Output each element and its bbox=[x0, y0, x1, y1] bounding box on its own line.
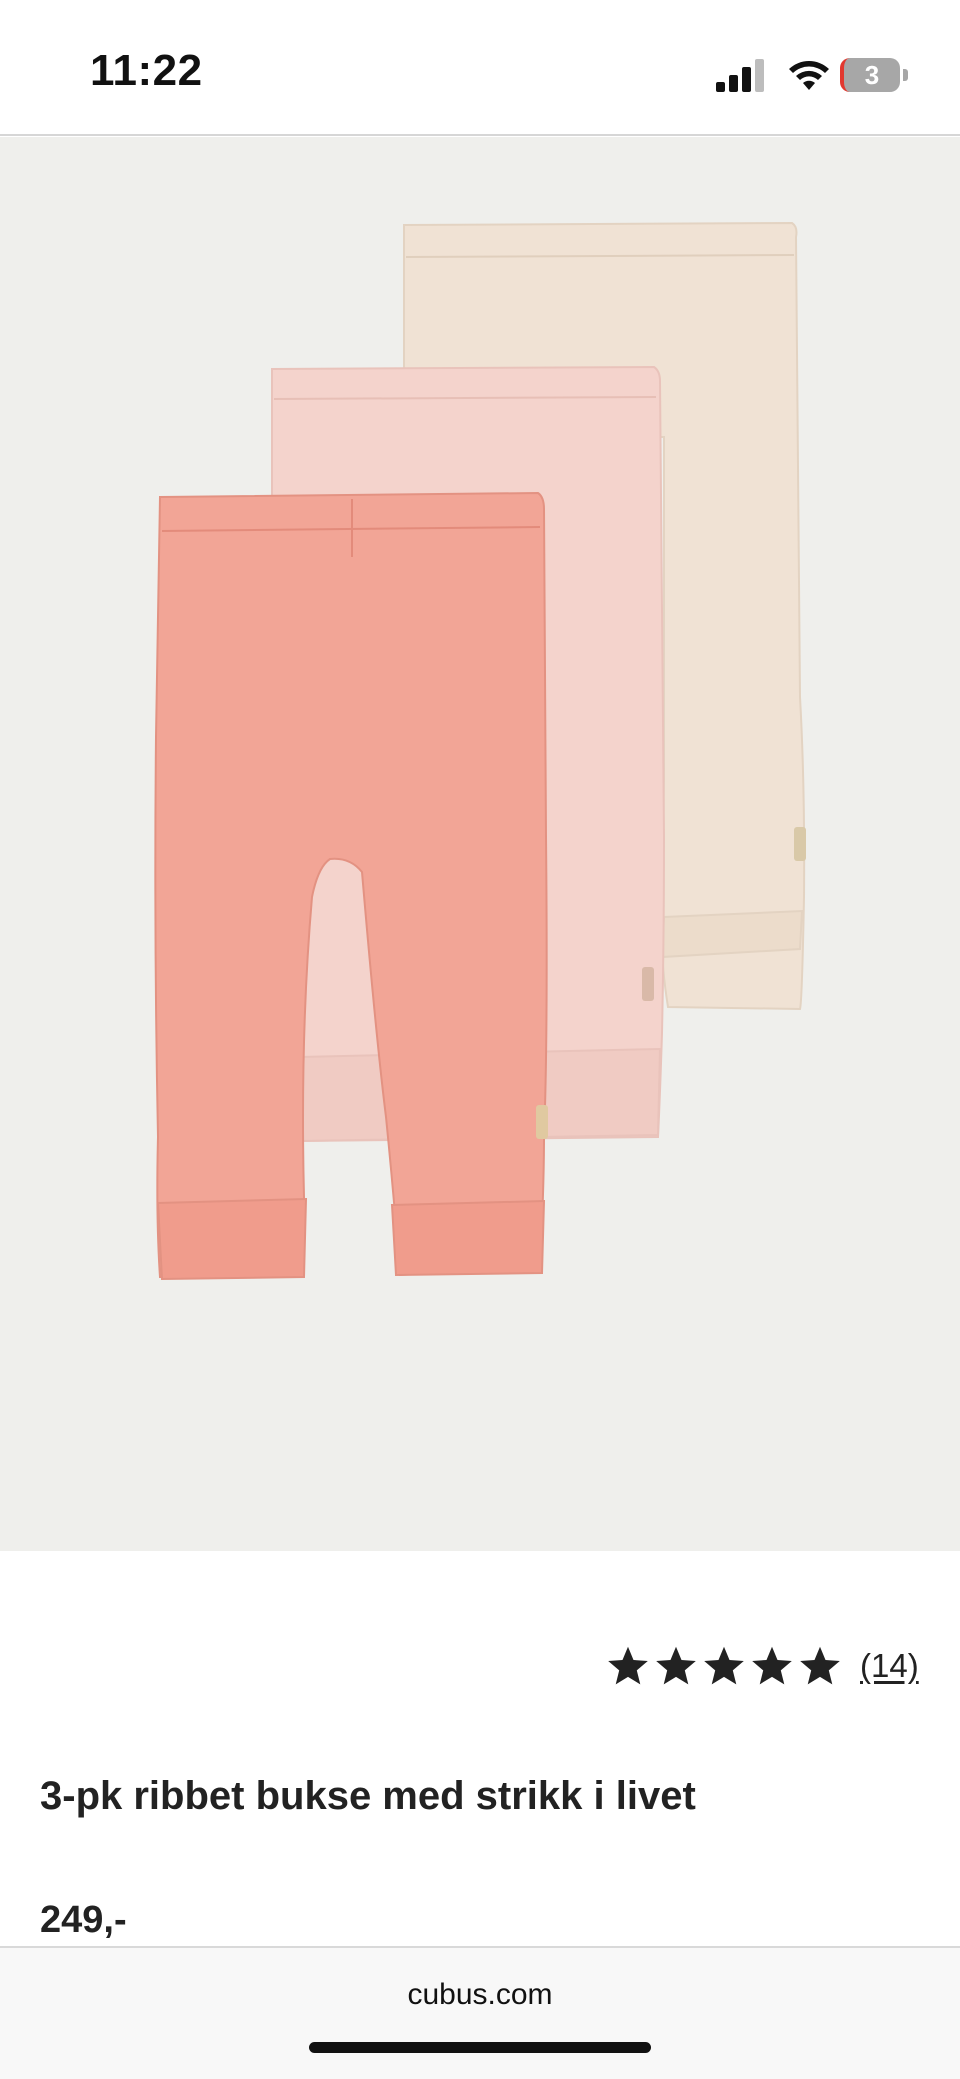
browser-address-bar[interactable]: cubus.com bbox=[0, 1946, 960, 2079]
review-count-link[interactable]: (14) bbox=[860, 1647, 919, 1685]
star-icon bbox=[656, 1646, 696, 1685]
divider bbox=[0, 134, 960, 136]
battery-level: 3 bbox=[840, 58, 900, 92]
tag-icon bbox=[794, 827, 806, 861]
status-time: 11:22 bbox=[90, 46, 203, 95]
home-indicator[interactable] bbox=[309, 2042, 651, 2053]
battery-icon: 3 bbox=[840, 58, 910, 94]
product-title: 3-pk ribbet bukse med strikk i livet bbox=[40, 1774, 696, 1818]
star-icon bbox=[800, 1646, 840, 1685]
star-icon bbox=[608, 1646, 648, 1685]
tag-icon bbox=[642, 967, 654, 1001]
signal-icon bbox=[716, 59, 764, 92]
star-icon bbox=[704, 1646, 744, 1685]
address-url[interactable]: cubus.com bbox=[0, 1978, 960, 2012]
product-image-gallery[interactable] bbox=[0, 137, 960, 1551]
wifi-icon bbox=[789, 61, 829, 90]
star-icon bbox=[752, 1646, 792, 1685]
product-image bbox=[154, 221, 806, 1281]
status-bar: 11:22 3 bbox=[0, 0, 960, 136]
tag-icon bbox=[536, 1105, 548, 1139]
rating-stars bbox=[606, 1644, 842, 1688]
product-rating[interactable]: (14) bbox=[606, 1644, 919, 1688]
product-price: 249,- bbox=[40, 1899, 127, 1941]
